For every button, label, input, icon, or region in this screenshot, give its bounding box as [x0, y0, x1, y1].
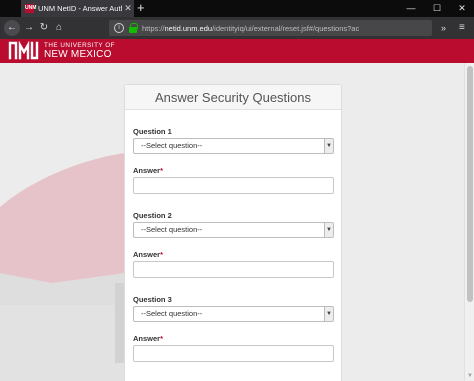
unm-header-banner: THE UNIVERSITY OF NEW MEXICO: [0, 39, 474, 63]
scroll-down-arrow-icon[interactable]: ▼: [465, 373, 474, 379]
scrollbar-thumb[interactable]: [467, 66, 473, 302]
answer-3-input[interactable]: [133, 345, 334, 362]
answer-1-label: Answer*: [133, 166, 163, 175]
security-questions-card: Answer Security Questions Question 1 --S…: [124, 84, 342, 381]
question-3-selected-value: --Select question--: [141, 309, 203, 318]
question-2-label: Question 2: [133, 211, 172, 220]
home-icon[interactable]: ⌂: [53, 21, 65, 35]
overflow-chevron-icon[interactable]: »: [441, 21, 446, 35]
chevron-down-icon[interactable]: ▼: [324, 307, 333, 321]
chevron-down-icon[interactable]: ▼: [324, 223, 333, 237]
url-prefix: https://: [142, 23, 165, 33]
question-1-select[interactable]: --Select question-- ▼: [133, 138, 334, 154]
unm-logo-icon[interactable]: [7, 41, 39, 60]
question-3-select[interactable]: --Select question-- ▼: [133, 306, 334, 322]
close-window-button[interactable]: ✕: [449, 0, 474, 17]
answer-2-label: Answer*: [133, 250, 163, 259]
question-1-selected-value: --Select question--: [141, 141, 203, 150]
menu-icon[interactable]: ≡: [459, 21, 465, 35]
browser-tab-bar: UNM UNM NetID - Answer Authentic ✕ + — ☐…: [0, 0, 474, 17]
forward-arrow-icon[interactable]: →: [23, 21, 35, 35]
tab-close-icon[interactable]: ✕: [122, 3, 134, 14]
minimize-button[interactable]: —: [398, 0, 424, 17]
lock-icon[interactable]: [129, 23, 138, 33]
reload-icon[interactable]: ↻: [38, 21, 50, 35]
answer-2-label-text: Answer: [133, 250, 161, 259]
required-marker: *: [160, 334, 164, 343]
maximize-button[interactable]: ☐: [424, 0, 450, 17]
browser-tab[interactable]: UNM UNM NetID - Answer Authentic ✕: [21, 0, 134, 17]
new-tab-button[interactable]: +: [137, 1, 145, 15]
browser-nav-bar: ← → ↻ ⌂ i https://netid.unm.edu/identity…: [0, 17, 474, 39]
tab-title: UNM NetID - Answer Authentic: [38, 4, 122, 13]
answer-1-input[interactable]: [133, 177, 334, 194]
answer-1-label-text: Answer: [133, 166, 161, 175]
back-arrow-icon[interactable]: ←: [4, 20, 20, 36]
url-bar[interactable]: i https://netid.unm.edu/identityiq/ui/ex…: [109, 20, 432, 36]
answer-2-input[interactable]: [133, 261, 334, 278]
question-1-label: Question 1: [133, 127, 172, 136]
question-2-selected-value: --Select question--: [141, 225, 203, 234]
url-host: netid.unm.edu: [164, 23, 213, 33]
question-3-label: Question 3: [133, 295, 172, 304]
page-content: THE UNIVERSITY OF NEW MEXICO ▼ Answer Se…: [0, 39, 474, 381]
chevron-down-icon[interactable]: ▼: [324, 139, 333, 153]
page-scrollbar[interactable]: ▼: [464, 63, 474, 381]
logo-new-mexico-line: NEW MEXICO: [44, 49, 112, 60]
url-text[interactable]: https://netid.unm.edu/identityiq/ui/exte…: [142, 24, 359, 33]
required-marker: *: [160, 250, 164, 259]
logo-university-line: THE UNIVERSITY OF: [44, 42, 116, 49]
question-2-select[interactable]: --Select question-- ▼: [133, 222, 334, 238]
required-marker: *: [160, 166, 164, 175]
info-icon[interactable]: i: [114, 23, 124, 33]
unm-favicon-icon: UNM: [25, 4, 37, 13]
form-title: Answer Security Questions: [125, 85, 341, 110]
answer-3-label-text: Answer: [133, 334, 161, 343]
url-path: /identityiq/ui/external/reset.jsf#/quest…: [212, 23, 360, 33]
answer-3-label: Answer*: [133, 334, 163, 343]
